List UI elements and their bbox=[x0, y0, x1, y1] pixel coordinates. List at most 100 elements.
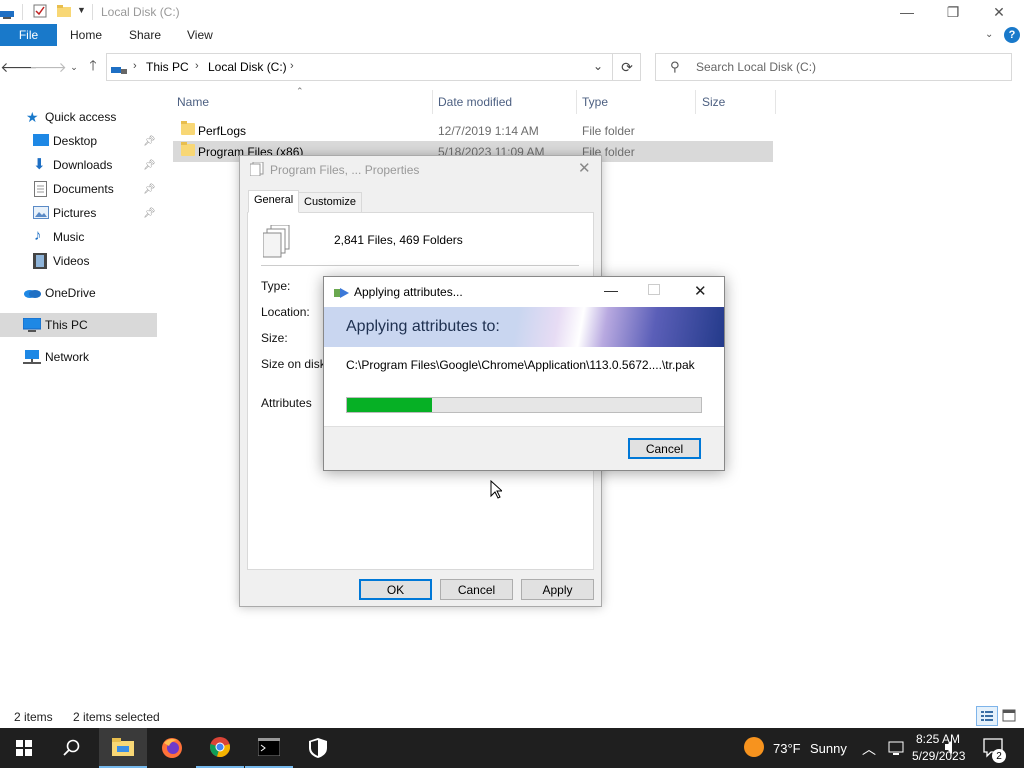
column-divider[interactable] bbox=[695, 90, 696, 114]
chevron-down-icon[interactable]: ⌄ bbox=[593, 59, 603, 73]
banner-heading: Applying attributes to: bbox=[346, 318, 500, 335]
search-icon: ⚲ bbox=[670, 59, 680, 74]
maximize-button[interactable] bbox=[648, 284, 660, 295]
sidebar-item-label: Desktop bbox=[53, 134, 98, 148]
tab-share[interactable]: Share bbox=[129, 28, 161, 42]
breadcrumb-local-disk[interactable]: Local Disk (C:) bbox=[208, 60, 287, 74]
location-label: Location: bbox=[261, 305, 310, 319]
sidebar-item-quick-access[interactable]: ★ Quick access bbox=[0, 105, 157, 129]
close-button[interactable]: ✕ bbox=[976, 0, 1022, 24]
pin-icon[interactable]: 📌︎ bbox=[143, 184, 156, 195]
cancel-button[interactable]: Cancel bbox=[628, 438, 701, 459]
chevron-right-icon[interactable]: › bbox=[133, 60, 137, 72]
sidebar-item-music[interactable]: ♪ Music bbox=[0, 225, 157, 249]
sidebar-item-label: This PC bbox=[45, 318, 88, 332]
sidebar-item-onedrive[interactable]: OneDrive bbox=[0, 281, 157, 305]
desktop-icon bbox=[33, 134, 49, 150]
forward-button[interactable]: 🡒 bbox=[29, 58, 67, 76]
minimize-button[interactable]: — bbox=[604, 282, 618, 298]
weather-temp[interactable]: 73°F bbox=[773, 741, 801, 756]
sidebar-item-this-pc[interactable]: This PC bbox=[0, 313, 157, 337]
sidebar-item-videos[interactable]: Videos bbox=[0, 249, 157, 273]
tab-general[interactable]: General bbox=[248, 190, 300, 213]
chevron-right-icon[interactable]: › bbox=[195, 60, 199, 72]
minimize-button[interactable]: — bbox=[884, 0, 930, 24]
expand-ribbon-icon[interactable]: ⌄ bbox=[985, 29, 993, 40]
ok-button[interactable]: OK bbox=[359, 579, 432, 600]
properties-icon bbox=[249, 161, 264, 179]
file-explorer-taskbar-icon[interactable] bbox=[99, 728, 147, 768]
clock-time[interactable]: 8:25 AM bbox=[916, 732, 960, 746]
new-folder-icon[interactable] bbox=[57, 4, 71, 18]
folder-icon bbox=[181, 121, 195, 135]
tab-customize[interactable]: Customize bbox=[298, 192, 362, 213]
documents-icon bbox=[34, 181, 50, 197]
tab-view[interactable]: View bbox=[187, 28, 213, 42]
weather-text[interactable]: Sunny bbox=[810, 741, 847, 756]
chevron-right-icon[interactable]: › bbox=[290, 60, 294, 72]
pin-icon[interactable]: 📌︎ bbox=[143, 208, 156, 219]
weather-sun-icon[interactable] bbox=[744, 737, 764, 757]
table-row[interactable]: PerfLogs 12/7/2019 1:14 AM File folder bbox=[173, 120, 773, 141]
sidebar-item-pictures[interactable]: Pictures 📌︎ bbox=[0, 201, 157, 225]
apply-button[interactable]: Apply bbox=[521, 579, 594, 600]
back-button[interactable]: 🡐 bbox=[0, 58, 38, 76]
current-file-path: C:\Program Files\Google\Chrome\Applicati… bbox=[346, 358, 695, 372]
search-icon[interactable] bbox=[48, 728, 96, 768]
customize-qa-icon[interactable]: ▼ bbox=[77, 5, 86, 15]
start-button[interactable] bbox=[0, 728, 48, 768]
chrome-icon[interactable] bbox=[196, 728, 244, 768]
progress-bar bbox=[346, 397, 702, 413]
security-shield-icon[interactable] bbox=[294, 728, 342, 768]
tab-home[interactable]: Home bbox=[70, 28, 102, 42]
sidebar-item-network[interactable]: Network bbox=[0, 345, 157, 369]
column-divider[interactable] bbox=[432, 90, 433, 114]
recent-locations-icon[interactable]: ⌄ bbox=[64, 58, 84, 76]
attributes-arrow-icon bbox=[334, 287, 350, 302]
sidebar-item-documents[interactable]: Documents 📌︎ bbox=[0, 177, 157, 201]
pin-icon[interactable]: 📌︎ bbox=[143, 136, 156, 147]
divider bbox=[22, 4, 23, 20]
pin-icon[interactable]: 📌︎ bbox=[143, 160, 156, 171]
clock-date[interactable]: 5/29/2023 bbox=[912, 749, 965, 763]
onedrive-icon bbox=[23, 287, 41, 303]
folder-icon bbox=[181, 142, 195, 156]
details-view-icon[interactable] bbox=[976, 706, 998, 726]
column-header-name[interactable]: Name bbox=[177, 95, 209, 109]
search-input[interactable]: ⚲ Search Local Disk (C:) bbox=[655, 53, 1012, 81]
window-title: Local Disk (C:) bbox=[101, 5, 180, 19]
file-name: PerfLogs bbox=[198, 124, 247, 138]
sidebar-item-desktop[interactable]: Desktop 📌︎ bbox=[0, 129, 157, 153]
column-header-type[interactable]: Type bbox=[582, 95, 608, 109]
column-divider[interactable] bbox=[576, 90, 577, 114]
item-count: 2 items bbox=[14, 710, 53, 724]
chevron-up-icon[interactable]: ︿ bbox=[862, 739, 876, 759]
address-bar[interactable]: › This PC › Local Disk (C:) › ⌄ bbox=[106, 53, 641, 81]
sidebar-item-label: Pictures bbox=[53, 206, 97, 220]
sidebar-item-label: Music bbox=[53, 230, 85, 244]
sidebar-item-label: OneDrive bbox=[45, 286, 96, 300]
column-header-size[interactable]: Size bbox=[702, 95, 725, 109]
column-divider[interactable] bbox=[775, 90, 776, 114]
close-button[interactable]: ✕ bbox=[694, 282, 707, 300]
firefox-icon[interactable] bbox=[148, 728, 196, 768]
breadcrumb-this-pc[interactable]: This PC bbox=[146, 60, 189, 74]
up-button[interactable]: 🡑 bbox=[83, 57, 103, 76]
network-status-icon[interactable] bbox=[888, 740, 906, 759]
divider bbox=[92, 4, 93, 20]
terminal-icon[interactable] bbox=[245, 728, 293, 768]
cancel-button[interactable]: Cancel bbox=[440, 579, 513, 600]
file-tab[interactable]: File bbox=[0, 24, 57, 46]
navigation-pane: ★ Quick access Desktop 📌︎ ⬇ Downloads 📌︎… bbox=[0, 92, 157, 704]
close-icon[interactable]: ✕ bbox=[578, 159, 591, 177]
applying-attributes-dialog: Applying attributes... — ✕ Applying attr… bbox=[323, 276, 725, 471]
column-header-date[interactable]: Date modified bbox=[438, 95, 512, 109]
properties-icon[interactable] bbox=[33, 4, 47, 18]
pc-icon[interactable] bbox=[0, 8, 14, 19]
large-icons-view-icon[interactable] bbox=[1000, 707, 1018, 725]
sidebar-item-downloads[interactable]: ⬇ Downloads 📌︎ bbox=[0, 153, 157, 177]
help-icon[interactable]: ? bbox=[1004, 27, 1020, 43]
maximize-button[interactable]: ❐ bbox=[930, 0, 976, 24]
refresh-button[interactable]: ⟳ bbox=[612, 53, 641, 81]
star-icon: ★ bbox=[26, 109, 39, 125]
